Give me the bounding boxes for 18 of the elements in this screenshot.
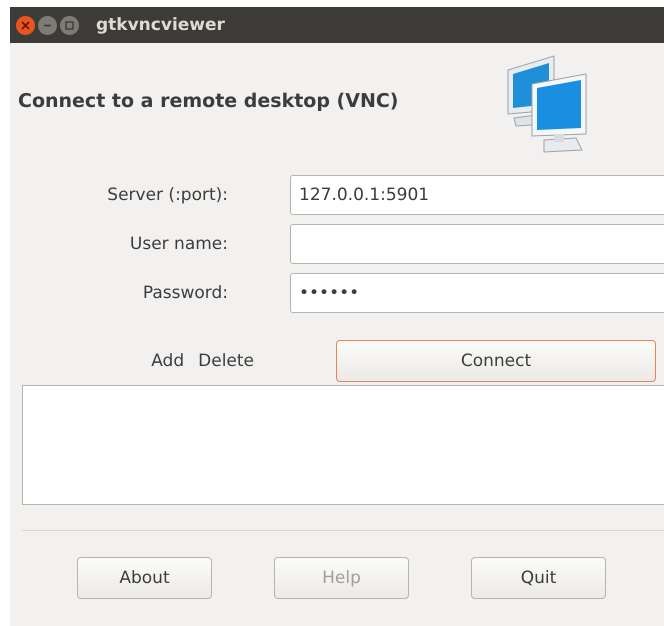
input-field[interactable]: 127.0.0.1:5901 (290, 175, 664, 215)
dialog-button[interactable]: About (77, 557, 212, 599)
field-label: Server (:port): (107, 185, 228, 205)
window-title: gtkvncviewer (96, 15, 225, 35)
minimize-button[interactable] (38, 16, 57, 34)
dialog-heading: Connect to a remote desktop (VNC) (18, 90, 398, 112)
input-field[interactable]: •••••• (290, 273, 664, 313)
dialog-button[interactable]: Quit (471, 557, 606, 599)
connect-button[interactable]: Connect (336, 340, 656, 382)
maximize-button[interactable] (60, 16, 79, 34)
close-icon (21, 20, 30, 30)
input-field[interactable] (290, 224, 664, 264)
field-label: User name: (130, 234, 228, 254)
field-label: Password: (142, 283, 228, 303)
list-action-button[interactable]: Add (151, 351, 184, 371)
maximize-icon (65, 20, 74, 30)
close-button[interactable] (16, 16, 35, 34)
list-action-button[interactable]: Delete (198, 351, 254, 371)
